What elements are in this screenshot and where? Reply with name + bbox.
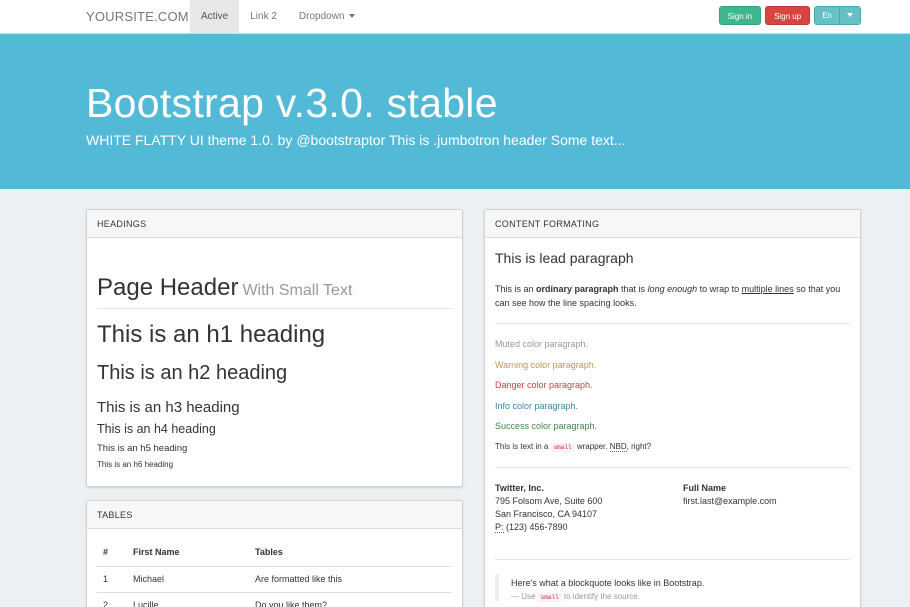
heading-h3: This is an h3 heading — [97, 399, 240, 416]
column-header: # — [97, 539, 127, 567]
text: This is an — [495, 284, 537, 294]
inline-code: small — [537, 593, 562, 602]
language-button[interactable]: En — [815, 7, 839, 24]
brand-link[interactable]: YOURSITE.COM — [86, 9, 189, 24]
success-paragraph: Success color paragraph. — [495, 421, 598, 431]
table-row: 2 Lucille Do you like them? — [97, 592, 451, 607]
column-header: Tables — [249, 539, 451, 567]
jumbotron-title: Bootstrap v.3.0. stable — [86, 80, 498, 126]
blockquote-source: — Use small to identify the source. — [511, 592, 851, 602]
text: that is — [618, 284, 648, 294]
nav-item-link-2[interactable]: Link 2 — [239, 0, 288, 33]
tables-panel: TABLES # First Name Tables 1 Michael Are… — [86, 500, 463, 607]
panel-body: This is lead paragraph This is an ordina… — [485, 238, 860, 607]
blockquote-text: Here's what a blockquote looks like in B… — [511, 578, 705, 588]
italic-text: long enough — [647, 284, 698, 294]
table-cell: Michael — [127, 566, 249, 593]
danger-paragraph: Danger color paragraph. — [495, 380, 593, 390]
table-cell: 2 — [97, 592, 127, 607]
lead-paragraph: This is lead paragraph — [495, 250, 634, 266]
address-phone: P: (123) 456-7890 — [495, 521, 602, 534]
main-nav: Active Link 2 Dropdown — [190, 0, 366, 33]
inline-code: small — [550, 443, 575, 452]
language-dropdown-toggle[interactable] — [839, 7, 860, 24]
heading-h5: This is an h5 heading — [97, 443, 188, 454]
nav-dropdown-label: Dropdown — [298, 11, 345, 22]
jumbotron-subtitle: WHITE FLATTY UI theme 1.0. by @bootstrap… — [86, 132, 626, 148]
nav-item-active[interactable]: Active — [190, 0, 240, 33]
data-table: # First Name Tables 1 Michael Are format… — [97, 539, 451, 607]
caret-down-icon — [847, 13, 853, 17]
contact-name: Full Name — [683, 483, 727, 493]
address-company: Twitter, Inc. — [495, 483, 544, 493]
warning-paragraph: Warning color paragraph. — [495, 360, 597, 370]
muted-paragraph: Muted color paragraph. — [495, 339, 589, 349]
heading-h6: This is an h6 heading — [97, 460, 174, 469]
panel-heading: HEADINGS — [87, 210, 462, 238]
panel-heading: CONTENT FORMATING — [485, 210, 860, 238]
abbreviation: NBD — [609, 442, 627, 452]
divider — [495, 467, 850, 468]
navbar-buttons: Sign in Sign up En — [718, 6, 861, 25]
contact-email-link[interactable]: first.last@example.com — [683, 495, 777, 508]
text: to wrap to — [697, 284, 742, 294]
page-header-text: Page Header — [97, 274, 239, 301]
caret-down-icon — [348, 14, 355, 19]
contact-block: Full Name first.last@example.com — [683, 482, 777, 508]
underlined-text: multiple lines — [741, 284, 794, 294]
jumbotron: Bootstrap v.3.0. stable WHITE FLATTY UI … — [0, 34, 910, 189]
panel-heading: TABLES — [87, 501, 462, 529]
sign-up-button[interactable]: Sign up — [765, 6, 811, 25]
divider — [97, 308, 452, 309]
table-cell: Are formatted like this — [249, 566, 451, 593]
navbar: YOURSITE.COM Active Link 2 Dropdown Sign… — [0, 0, 910, 34]
text: , right? — [626, 442, 652, 451]
address-block: Twitter, Inc. 795 Folsom Ave, Suite 600 … — [495, 482, 602, 534]
phone-abbr: P: — [495, 522, 504, 533]
page-header: Page Header With Small Text — [97, 274, 352, 302]
text: — Use — [511, 592, 538, 601]
small-text-paragraph: This is text in a small wrapper. NBD, ri… — [495, 442, 652, 452]
phone-number: (123) 456-7890 — [503, 522, 568, 532]
table-row: 1 Michael Are formatted like this — [97, 566, 451, 593]
sign-in-button[interactable]: Sign in — [718, 6, 762, 25]
table-header-row: # First Name Tables — [97, 539, 451, 567]
headings-panel: HEADINGS Page Header With Small Text This… — [86, 209, 463, 487]
text: wrapper. — [574, 442, 610, 451]
text: This is text in a — [495, 442, 551, 451]
divider — [495, 559, 850, 560]
heading-h4: This is an h4 heading — [97, 422, 216, 436]
table-cell: 1 — [97, 566, 127, 593]
language-split-button: En — [814, 6, 861, 25]
address-city: San Francisco, CA 94107 — [495, 509, 598, 519]
divider — [495, 323, 850, 324]
nav-item-dropdown[interactable]: Dropdown — [288, 0, 366, 33]
table-cell: Lucille — [127, 592, 249, 607]
column-header: First Name — [127, 539, 249, 567]
content-formatting-panel: CONTENT FORMATING This is lead paragraph… — [484, 209, 861, 607]
ordinary-paragraph: This is an ordinary paragraph that is lo… — [495, 282, 851, 310]
text: to identify the source. — [561, 592, 640, 601]
info-paragraph: Info color paragraph. — [495, 401, 579, 411]
heading-h2: This is an h2 heading — [97, 362, 288, 384]
page-header-small: With Small Text — [242, 282, 353, 299]
bold-text: ordinary paragraph — [536, 284, 619, 294]
blockquote: Here's what a blockquote looks like in B… — [495, 574, 851, 602]
address-street: 795 Folsom Ave, Suite 600 — [495, 496, 603, 506]
heading-h1: This is an h1 heading — [97, 321, 326, 348]
table-cell: Do you like them? — [249, 592, 451, 607]
